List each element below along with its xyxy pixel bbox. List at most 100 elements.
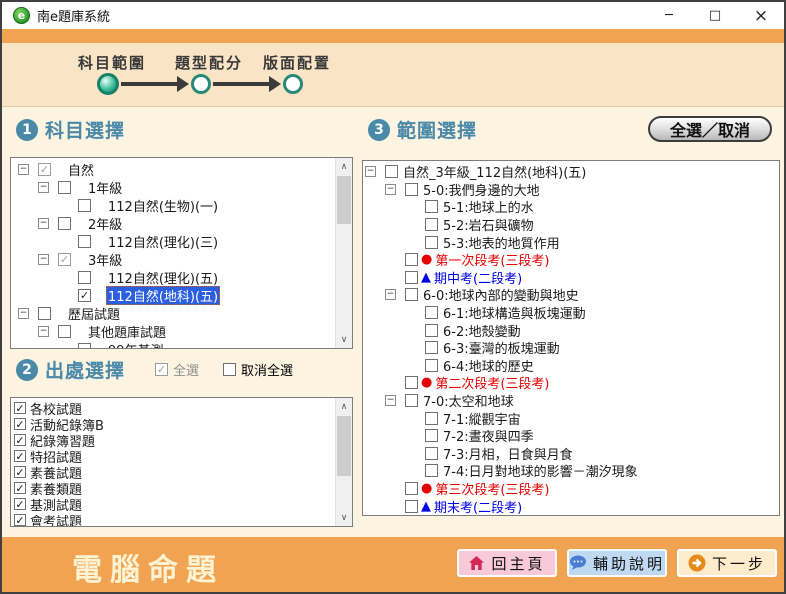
- source-checkbox[interactable]: ✓: [14, 498, 26, 510]
- source-checkbox[interactable]: ✓: [14, 402, 26, 414]
- tree-item-label[interactable]: 期末考(二段考): [432, 497, 524, 515]
- tree-checkbox[interactable]: [78, 199, 91, 212]
- tree-checkbox[interactable]: [425, 306, 438, 319]
- tree-checkbox[interactable]: [38, 307, 51, 320]
- tree-checkbox[interactable]: [425, 236, 438, 249]
- tree-item-label[interactable]: 112自然(生物)(一): [106, 196, 220, 215]
- tree-item-label[interactable]: 7-3:月相，日食與月食: [441, 444, 575, 463]
- tree-checkbox[interactable]: [405, 253, 418, 266]
- tree-item-label[interactable]: 1年級: [86, 178, 124, 197]
- tree-item-label[interactable]: 自然_3年級_112自然(地科)(五): [401, 162, 588, 181]
- source-list-scrollbar[interactable]: ∧ ∨: [335, 398, 352, 526]
- scroll-down-icon[interactable]: ∨: [336, 509, 352, 526]
- tree-item-label[interactable]: 6-2:地殼變動: [441, 321, 523, 340]
- tree-checkbox[interactable]: [405, 376, 418, 389]
- source-checkbox[interactable]: ✓: [14, 466, 26, 478]
- tree-checkbox[interactable]: [425, 218, 438, 231]
- tree-item-label[interactable]: 3年級: [86, 250, 124, 269]
- tree-item-label[interactable]: 2年級: [86, 214, 124, 233]
- expander-icon[interactable]: −: [38, 182, 49, 193]
- minimize-button[interactable]: ─: [646, 2, 692, 29]
- expander-icon[interactable]: −: [365, 166, 376, 177]
- tree-checkbox[interactable]: [78, 235, 91, 248]
- tree-checkbox[interactable]: [405, 394, 418, 407]
- step-node-2[interactable]: [191, 74, 211, 94]
- tree-item-label[interactable]: 6-4:地球的歷史: [441, 356, 536, 375]
- tree-checkbox[interactable]: [405, 500, 418, 513]
- tree-item-label[interactable]: 7-0:太空和地球: [421, 391, 516, 410]
- tree-checkbox[interactable]: ✓: [58, 253, 71, 266]
- tree-checkbox[interactable]: [58, 325, 71, 338]
- tree-checkbox[interactable]: [425, 464, 438, 477]
- tree-checkbox[interactable]: [425, 341, 438, 354]
- tree-item-label[interactable]: 6-1:地球構造與板塊運動: [441, 303, 588, 322]
- close-button[interactable]: ×: [738, 2, 784, 29]
- scroll-up-icon[interactable]: ∧: [336, 398, 352, 415]
- tree-checkbox[interactable]: [425, 429, 438, 442]
- tree-checkbox[interactable]: [58, 181, 71, 194]
- tree-checkbox[interactable]: [58, 217, 71, 230]
- tree-item-label[interactable]: 7-2:晝夜與四季: [441, 426, 536, 445]
- tree-checkbox[interactable]: [405, 288, 418, 301]
- source-checkbox[interactable]: ✓: [14, 514, 26, 526]
- expander-icon[interactable]: −: [38, 254, 49, 265]
- expander-icon[interactable]: −: [18, 164, 29, 175]
- expander-icon[interactable]: −: [385, 395, 396, 406]
- tree-item-label[interactable]: 7-4:日月對地球的影響－潮汐現象: [441, 461, 640, 480]
- scrollbar-thumb[interactable]: [337, 176, 351, 224]
- tree-checkbox[interactable]: [78, 343, 91, 349]
- tree-item-label[interactable]: 第二次段考(三段考): [433, 373, 551, 392]
- expander-icon[interactable]: −: [385, 184, 396, 195]
- tree-checkbox[interactable]: ✓: [78, 289, 91, 302]
- tree-item-label[interactable]: 5-3:地表的地質作用: [441, 233, 562, 252]
- tree-item-label[interactable]: 7-1:縱觀宇宙: [441, 409, 523, 428]
- expander-icon[interactable]: −: [18, 308, 29, 319]
- tree-checkbox[interactable]: [425, 412, 438, 425]
- step-node-3[interactable]: [283, 74, 303, 94]
- tree-checkbox[interactable]: [405, 482, 418, 495]
- tree-item-label[interactable]: 自然: [66, 160, 96, 179]
- tree-item-label[interactable]: 112自然(理化)(五): [106, 268, 220, 287]
- expander-icon[interactable]: −: [38, 326, 49, 337]
- deselect-all-checkbox[interactable]: [223, 363, 236, 376]
- next-step-button[interactable]: 下一步: [677, 549, 777, 577]
- tree-checkbox[interactable]: [78, 271, 91, 284]
- tree-item-label[interactable]: 112自然(地科)(五): [106, 286, 220, 305]
- scroll-down-icon[interactable]: ∨: [336, 331, 352, 348]
- select-all-checkbox[interactable]: ✓: [155, 363, 168, 376]
- scroll-up-icon[interactable]: ∧: [336, 158, 352, 175]
- source-item-label[interactable]: 會考試題: [30, 511, 82, 527]
- tree-item-label[interactable]: 其他題庫試題: [86, 322, 168, 341]
- maximize-button[interactable]: □: [692, 2, 738, 29]
- source-checkbox[interactable]: ✓: [14, 482, 26, 494]
- tree-checkbox[interactable]: [425, 200, 438, 213]
- tree-item-label[interactable]: 5-0:我們身邊的大地: [421, 180, 542, 199]
- tree-item-label[interactable]: 112自然(理化)(三): [106, 232, 220, 251]
- source-checkbox[interactable]: ✓: [14, 450, 26, 462]
- tree-item-label[interactable]: 5-1:地球上的水: [441, 197, 536, 216]
- home-button[interactable]: 回主頁: [457, 549, 557, 577]
- expander-icon[interactable]: −: [385, 289, 396, 300]
- tree-item-label[interactable]: 6-3:臺灣的板塊運動: [441, 338, 562, 357]
- expander-icon[interactable]: −: [38, 218, 49, 229]
- tree-item-label[interactable]: 第一次段考(三段考): [433, 250, 551, 269]
- tree-checkbox[interactable]: [385, 165, 398, 178]
- source-checkbox[interactable]: ✓: [14, 418, 26, 430]
- scrollbar-thumb[interactable]: [337, 416, 351, 476]
- tree-item-label[interactable]: 5-2:岩石與礦物: [441, 215, 536, 234]
- subject-tree-scrollbar[interactable]: ∧ ∨: [335, 158, 352, 348]
- tree-checkbox[interactable]: [425, 324, 438, 337]
- help-button[interactable]: 輔助說明: [567, 549, 667, 577]
- step-node-1-active[interactable]: [97, 73, 119, 95]
- tree-checkbox[interactable]: [405, 271, 418, 284]
- source-checkbox[interactable]: ✓: [14, 434, 26, 446]
- tree-item-label[interactable]: 6-0:地球內部的變動與地史: [421, 285, 581, 304]
- tree-checkbox[interactable]: [425, 447, 438, 460]
- tree-item-label[interactable]: 第三次段考(三段考): [433, 479, 551, 498]
- tree-item-label[interactable]: 期中考(二段考): [432, 268, 524, 287]
- tree-checkbox[interactable]: [425, 359, 438, 372]
- tree-checkbox[interactable]: [405, 183, 418, 196]
- select-toggle-button[interactable]: 全選／取消: [648, 116, 772, 142]
- tree-item-label[interactable]: 歷屆試題: [66, 304, 122, 323]
- tree-checkbox[interactable]: ✓: [38, 163, 51, 176]
